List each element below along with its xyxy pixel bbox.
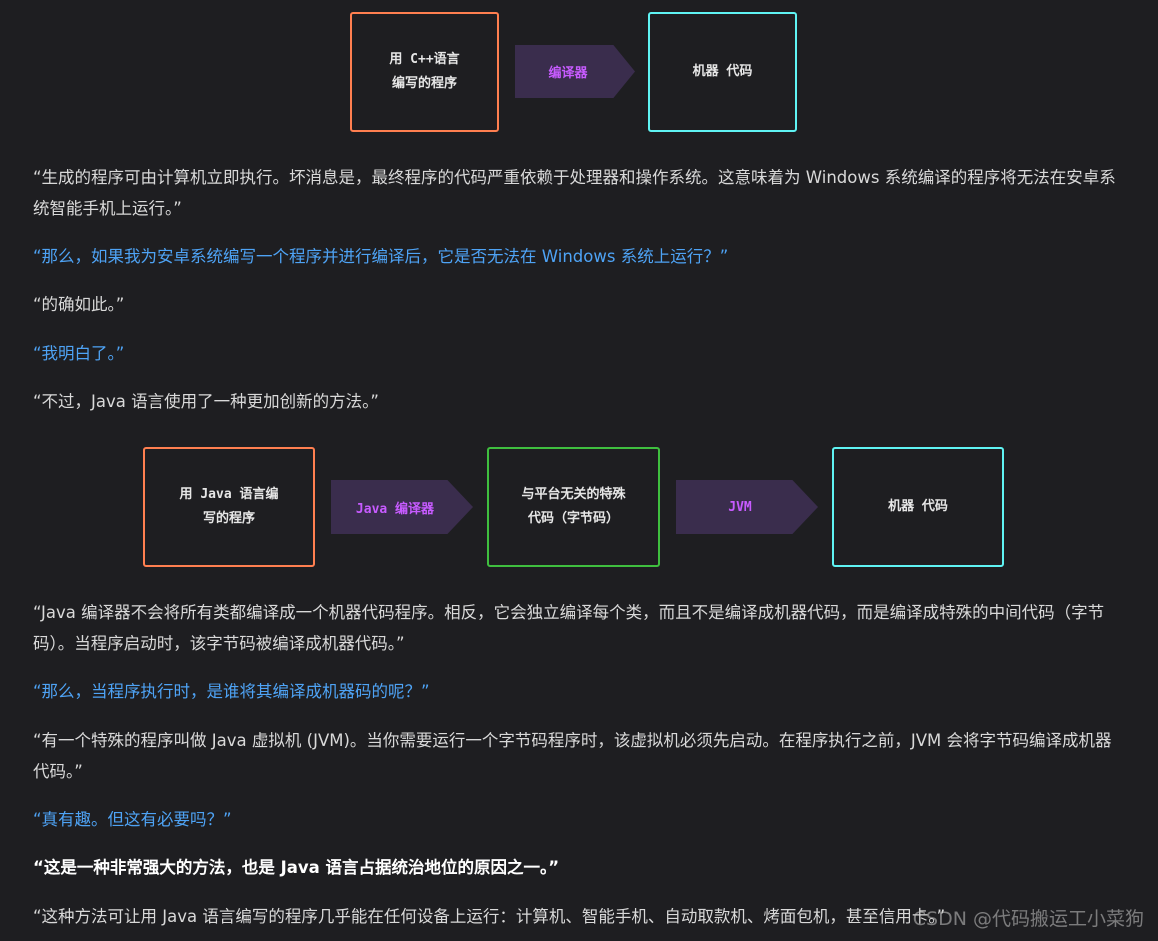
diagram2-jvm-arrow: JVM xyxy=(676,480,818,534)
paragraph-4: “我明白了。” xyxy=(33,344,125,363)
paragraph-10: “这是一种非常强大的方法，也是 Java 语言占据统治地位的原因之一。” xyxy=(33,858,560,877)
diagram2-source-line1: 用 Java 语言编 xyxy=(179,487,279,502)
diagram1-source-line2: 编写的程序 xyxy=(391,76,457,91)
diagram2-jvm-label: JVM xyxy=(728,499,752,515)
diagram2-java-compiler-label: Java 编译器 xyxy=(355,501,435,517)
watermark: CSDN @代码搬运工小菜狗 xyxy=(912,908,1144,930)
diagram2-bytecode-line1: 与平台无关的特殊 xyxy=(521,487,626,502)
paragraph-9: “真有趣。但这有必要吗？” xyxy=(33,810,232,829)
diagram2-machine-code-box: 机器 代码 xyxy=(832,447,1004,567)
diagram1-compiler-arrow: 编译器 xyxy=(515,45,635,98)
diagram1-machine-code-label: 机器 代码 xyxy=(692,64,753,79)
paragraph-6: “Java 编译器不会将所有类都编译成一个机器代码程序。相反，它会独立编译每个类… xyxy=(33,603,1105,653)
diagram1-source-line1: 用 C++语言 xyxy=(389,52,460,67)
diagram1-machine-code-box: 机器 代码 xyxy=(648,12,797,132)
diagram2-bytecode-line2: 代码（字节码） xyxy=(527,511,619,526)
diagram1-source-box: 用 C++语言 编写的程序 xyxy=(350,12,499,132)
diagram2-machine-code-label: 机器 代码 xyxy=(888,499,948,514)
paragraph-1: “生成的程序可由计算机立即执行。坏消息是，最终程序的代码严重依赖于处理器和操作系… xyxy=(33,168,1116,218)
paragraph-7: “那么，当程序执行时，是谁将其编译成机器码的呢？” xyxy=(33,682,430,701)
diagram2-bytecode-box: 与平台无关的特殊 代码（字节码） xyxy=(487,447,660,567)
paragraph-3: “的确如此。” xyxy=(33,295,125,314)
diagram1-compiler-label: 编译器 xyxy=(548,66,588,81)
diagram2-source-line2: 写的程序 xyxy=(202,511,255,526)
diagram2-source-box: 用 Java 语言编 写的程序 xyxy=(143,447,315,567)
diagram2-java-compiler-arrow: Java 编译器 xyxy=(331,480,473,534)
paragraph-2: “那么，如果我为安卓系统编写一个程序并进行编译后，它是否无法在 Windows … xyxy=(33,247,729,266)
paragraph-8: “有一个特殊的程序叫做 Java 虚拟机 (JVM)。当你需要运行一个字节码程序… xyxy=(33,731,1112,781)
paragraph-5: “不过，Java 语言使用了一种更加创新的方法。” xyxy=(33,392,379,411)
